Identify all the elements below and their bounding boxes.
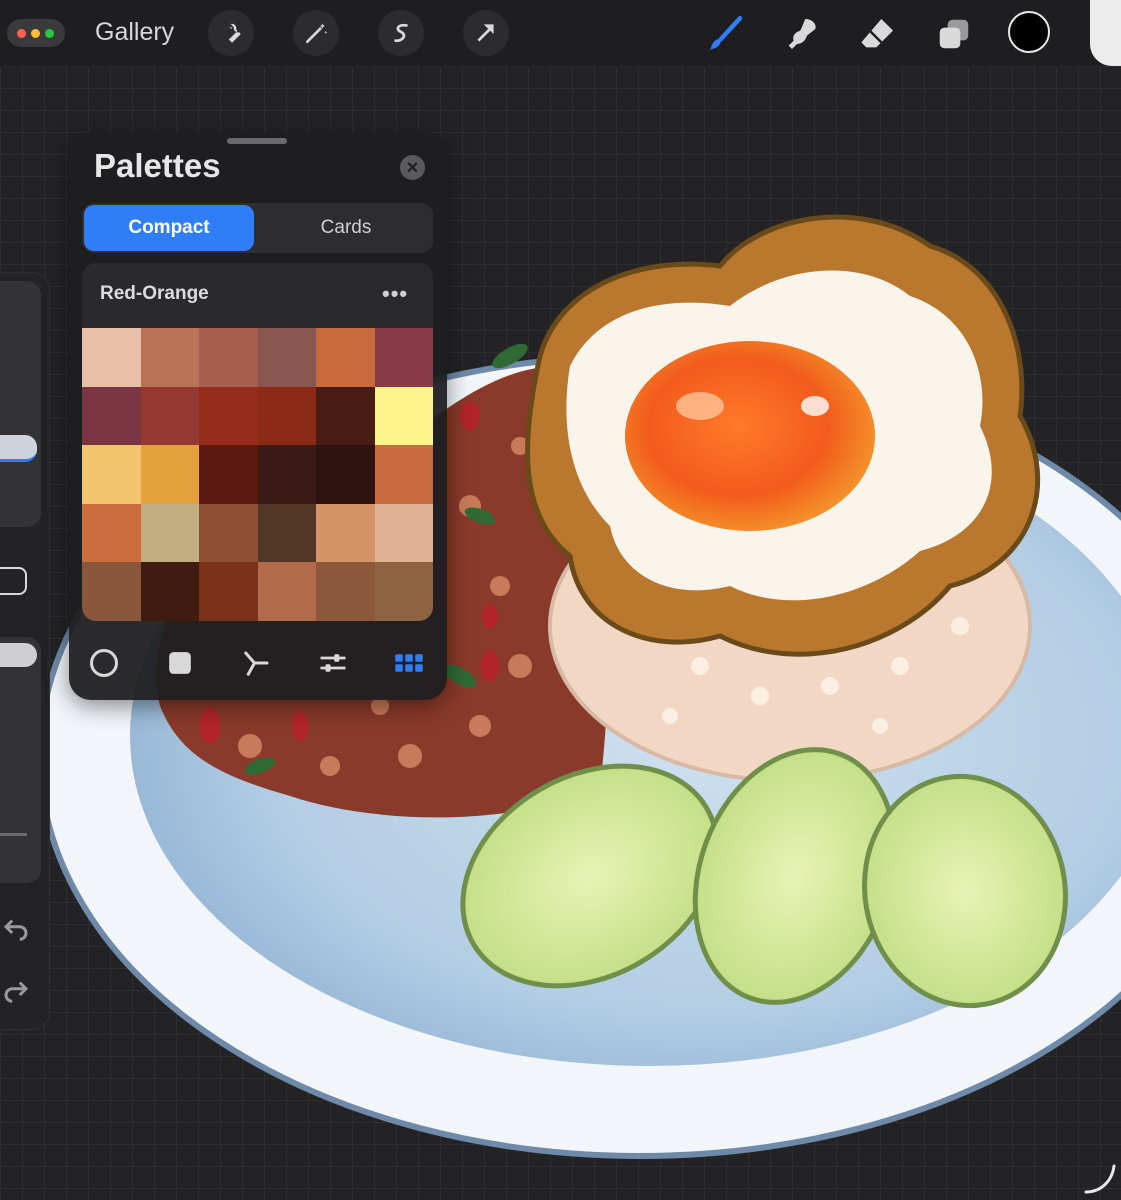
close-dot[interactable] bbox=[17, 29, 26, 38]
selection-icon bbox=[394, 23, 408, 43]
current-color-button[interactable] bbox=[1008, 11, 1050, 53]
palette-swatch[interactable] bbox=[140, 562, 199, 621]
palette-card: Red-Orange ••• bbox=[82, 263, 433, 621]
brush-size-knob[interactable] bbox=[0, 435, 37, 462]
palette-name[interactable]: Red-Orange bbox=[100, 283, 209, 305]
brush-size-slider[interactable] bbox=[0, 281, 41, 527]
palette-swatch[interactable] bbox=[199, 386, 258, 446]
palette-swatch[interactable] bbox=[82, 328, 141, 387]
panel-grabber[interactable] bbox=[227, 138, 287, 144]
palette-swatch[interactable] bbox=[374, 386, 433, 446]
palette-swatch[interactable] bbox=[374, 445, 433, 504]
close-icon: ✕ bbox=[405, 159, 420, 177]
tab-cards[interactable]: Cards bbox=[261, 205, 431, 251]
top-toolbar: Gallery bbox=[0, 0, 1121, 67]
magic-wand-icon bbox=[305, 23, 328, 44]
palette-swatch[interactable] bbox=[374, 503, 433, 563]
disc-mode-button[interactable] bbox=[84, 643, 124, 683]
modify-button[interactable] bbox=[0, 567, 27, 595]
smudge-button[interactable] bbox=[780, 12, 824, 56]
adjustments-button[interactable] bbox=[293, 10, 339, 56]
eraser-icon bbox=[861, 19, 893, 48]
window-corner bbox=[1090, 0, 1121, 66]
close-panel-button[interactable]: ✕ bbox=[400, 155, 425, 180]
minimize-dot[interactable] bbox=[31, 29, 40, 38]
palettes-mode-button[interactable] bbox=[389, 643, 429, 683]
disc-icon bbox=[90, 649, 118, 677]
selection-button[interactable] bbox=[378, 10, 424, 56]
palette-swatch[interactable] bbox=[316, 328, 375, 387]
palettes-panel: Palettes ✕ Compact Cards Red-Orange ••• bbox=[69, 132, 447, 700]
color-mode-bar bbox=[82, 637, 433, 687]
palette-swatch[interactable] bbox=[140, 445, 199, 504]
palette-swatch[interactable] bbox=[257, 386, 316, 446]
classic-mode-button[interactable] bbox=[160, 643, 200, 683]
palette-swatch[interactable] bbox=[199, 562, 258, 621]
smudge-icon bbox=[788, 19, 816, 49]
panel-title: Palettes bbox=[94, 147, 221, 184]
layers-button[interactable] bbox=[932, 12, 976, 56]
harmony-icon bbox=[244, 651, 269, 676]
wrench-icon bbox=[228, 23, 241, 43]
palette-swatch[interactable] bbox=[82, 562, 141, 621]
undo-icon[interactable] bbox=[1, 913, 31, 943]
palette-swatch[interactable] bbox=[257, 562, 316, 621]
opacity-slider[interactable] bbox=[0, 637, 41, 883]
tab-compact[interactable]: Compact bbox=[84, 205, 254, 251]
layers-icon bbox=[939, 19, 969, 49]
actions-button[interactable] bbox=[208, 10, 254, 56]
palette-swatch[interactable] bbox=[199, 503, 258, 563]
palette-more-button[interactable]: ••• bbox=[382, 281, 408, 307]
palette-swatch[interactable] bbox=[374, 562, 433, 621]
palette-swatch[interactable] bbox=[140, 503, 199, 563]
palette-swatch[interactable] bbox=[316, 503, 375, 563]
transform-button[interactable] bbox=[463, 10, 509, 56]
palette-swatch[interactable] bbox=[257, 503, 316, 563]
opacity-min-marker bbox=[0, 833, 27, 836]
palette-swatch[interactable] bbox=[257, 445, 316, 504]
eraser-button[interactable] bbox=[856, 12, 900, 56]
palette-swatch[interactable] bbox=[199, 445, 258, 504]
palette-grid-icon bbox=[395, 654, 423, 672]
palette-swatch[interactable] bbox=[82, 386, 141, 446]
value-sliders-icon bbox=[320, 654, 346, 672]
corner-handle-icon[interactable] bbox=[1082, 1160, 1118, 1196]
brush-button[interactable] bbox=[704, 12, 748, 56]
gallery-button[interactable]: Gallery bbox=[95, 18, 174, 47]
brush-icon bbox=[710, 15, 743, 50]
palette-swatch[interactable] bbox=[199, 328, 258, 387]
palette-swatch[interactable] bbox=[316, 562, 375, 621]
transform-arrow-icon bbox=[477, 24, 494, 42]
opacity-knob[interactable] bbox=[0, 643, 37, 667]
palette-swatch[interactable] bbox=[140, 328, 199, 387]
palette-swatch[interactable] bbox=[82, 445, 141, 504]
palette-swatch[interactable] bbox=[257, 328, 316, 387]
palette-swatch[interactable] bbox=[316, 445, 375, 504]
palette-swatch[interactable] bbox=[316, 386, 375, 446]
view-mode-segmented-control: Compact Cards bbox=[82, 203, 433, 253]
palette-swatch[interactable] bbox=[374, 328, 433, 387]
palette-swatch[interactable] bbox=[140, 386, 199, 446]
palette-swatch[interactable] bbox=[82, 503, 141, 563]
redo-icon[interactable] bbox=[1, 975, 31, 1005]
swatch-grid bbox=[82, 328, 433, 621]
harmony-mode-button[interactable] bbox=[237, 643, 277, 683]
classic-square-icon bbox=[169, 652, 191, 674]
value-mode-button[interactable] bbox=[313, 643, 353, 683]
left-sidebar bbox=[0, 272, 50, 1030]
window-controls[interactable] bbox=[7, 19, 65, 47]
zoom-dot[interactable] bbox=[45, 29, 54, 38]
